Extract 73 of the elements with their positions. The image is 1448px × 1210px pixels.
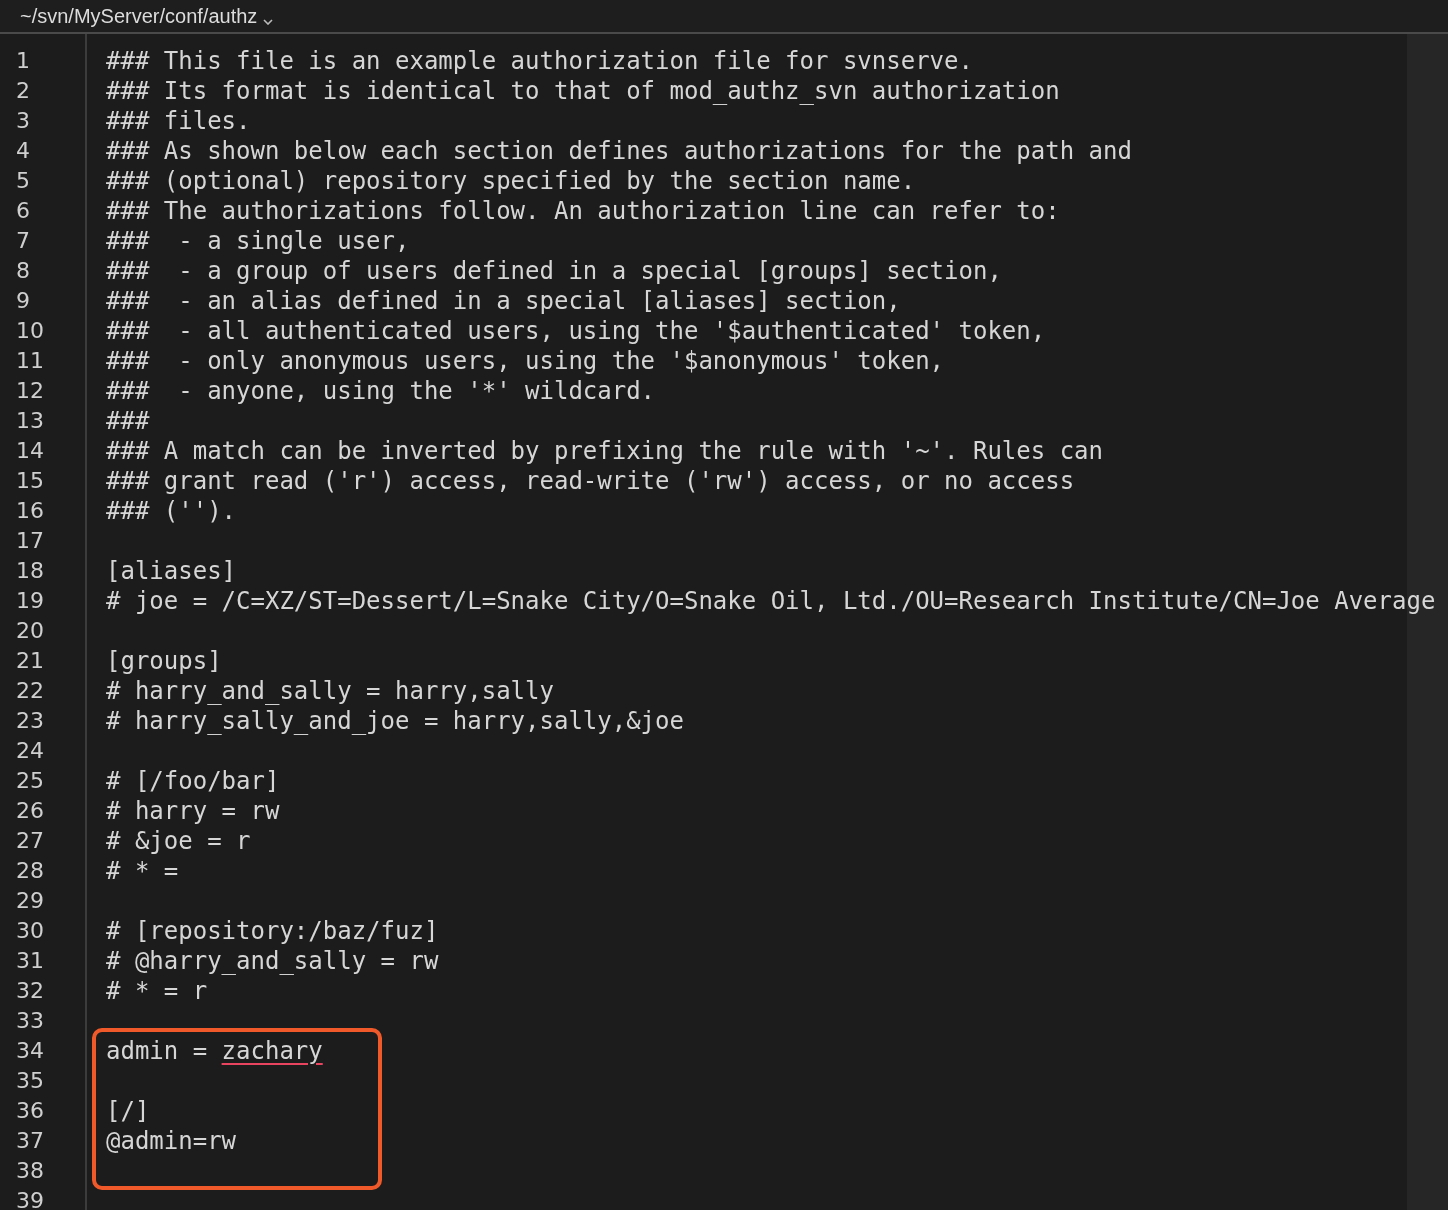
line-number: 23 — [16, 708, 44, 733]
line-number: 1 — [16, 48, 30, 73]
code-line: ### — [106, 406, 150, 436]
line-number: 35 — [16, 1068, 44, 1093]
code-line: # @harry_and_sally = rw — [106, 946, 439, 976]
code-line: # harry = rw — [106, 796, 280, 826]
line-number: 26 — [16, 798, 44, 823]
line-number: 21 — [16, 648, 44, 673]
code-line: ### grant read ('r') access, read-write ('rw') access, or no access — [106, 466, 1075, 496]
line-number: 6 — [16, 198, 30, 223]
line-number: 30 — [16, 918, 44, 943]
code-line: ### A match can be inverted by prefixing the rule with '~'. Rules can — [106, 436, 1103, 466]
line-number: 27 — [16, 828, 44, 853]
line-number: 18 — [16, 558, 44, 583]
code-line: ### - an alias defined in a special [aliases] section, — [106, 286, 901, 316]
line-number: 32 — [16, 978, 44, 1003]
line-number: 24 — [16, 738, 44, 763]
line-number: 16 — [16, 498, 44, 523]
code-line: ### The authorizations follow. An authorization line can refer to: — [106, 196, 1060, 226]
code-line: # * = r — [106, 976, 208, 1006]
code-line: ### As shown below each section defines authorizations for the path and — [106, 136, 1132, 166]
code-line: ### Its format is identical to that of mod_authz_svn authorization — [106, 76, 1060, 106]
code-line: # &joe = r — [106, 826, 251, 856]
code-line: ### (''). — [106, 496, 237, 526]
code-line: ### - anyone, using the '*' wildcard. — [106, 376, 656, 406]
line-number: 37 — [16, 1128, 44, 1153]
line-number: 20 — [16, 618, 44, 643]
line-number: 14 — [16, 438, 44, 463]
line-number: 15 — [16, 468, 44, 493]
code-line: # * = — [106, 856, 179, 886]
line-number: 12 — [16, 378, 44, 403]
misspelled-word: zachary — [221, 1036, 323, 1066]
code-line: ### This file is an example authorization file for svnserve. — [106, 46, 973, 76]
code-text: admin = — [106, 1036, 209, 1066]
line-number: 9 — [16, 288, 30, 313]
line-number: 29 — [16, 888, 44, 913]
code-line: # harry_sally_and_joe = harry,sally,&joe — [106, 706, 684, 736]
line-number: 34 — [16, 1038, 44, 1063]
line-number: 5 — [16, 168, 30, 193]
code-line: # [repository:/baz/fuz] — [106, 916, 439, 946]
line-number: 39 — [16, 1188, 44, 1210]
line-number: 10 — [16, 318, 44, 343]
line-number: 13 — [16, 408, 44, 433]
line-number: 17 — [16, 528, 44, 553]
line-number: 31 — [16, 948, 44, 973]
caret-icon[interactable] — [263, 19, 274, 25]
code-line: ### files. — [106, 106, 251, 136]
line-number: 11 — [16, 348, 44, 373]
code-line: # [/foo/bar] — [106, 766, 280, 796]
code-line: # harry_and_sally = harry,sally — [106, 676, 554, 706]
code-line: ### - all authenticated users, using the '$authenticated' token, — [106, 316, 1046, 346]
code-line: ### (optional) repository specified by the section name. — [106, 166, 916, 196]
line-number: 2 — [16, 78, 30, 103]
code-line: ### - only anonymous users, using the '$anonymous' token, — [106, 346, 945, 376]
code-line: [groups] — [106, 646, 222, 676]
line-number: 8 — [16, 258, 30, 283]
code-line: @admin=rw — [106, 1126, 237, 1156]
file-path-title: ~/svn/MyServer/conf/authz — [20, 4, 258, 28]
code-line: ### - a single user, — [106, 226, 410, 256]
line-number: 28 — [16, 858, 44, 883]
line-number: 33 — [16, 1008, 44, 1033]
line-number: 36 — [16, 1098, 44, 1123]
code-line: # joe = /C=XZ/ST=Dessert/L=Snake City/O=Snake Oil, Ltd./OU=Research Institute/CN=Joe Average — [106, 586, 1436, 616]
code-line: ### - a group of users defined in a special [groups] section, — [106, 256, 1002, 286]
line-number: 22 — [16, 678, 44, 703]
line-number: 7 — [16, 228, 30, 253]
line-number: 4 — [16, 138, 30, 163]
line-number: 3 — [16, 108, 30, 133]
line-number: 25 — [16, 768, 44, 793]
line-number: 38 — [16, 1158, 44, 1183]
line-number: 19 — [16, 588, 44, 613]
code-line: [/] — [106, 1096, 150, 1126]
code-line: [aliases] — [106, 556, 237, 586]
